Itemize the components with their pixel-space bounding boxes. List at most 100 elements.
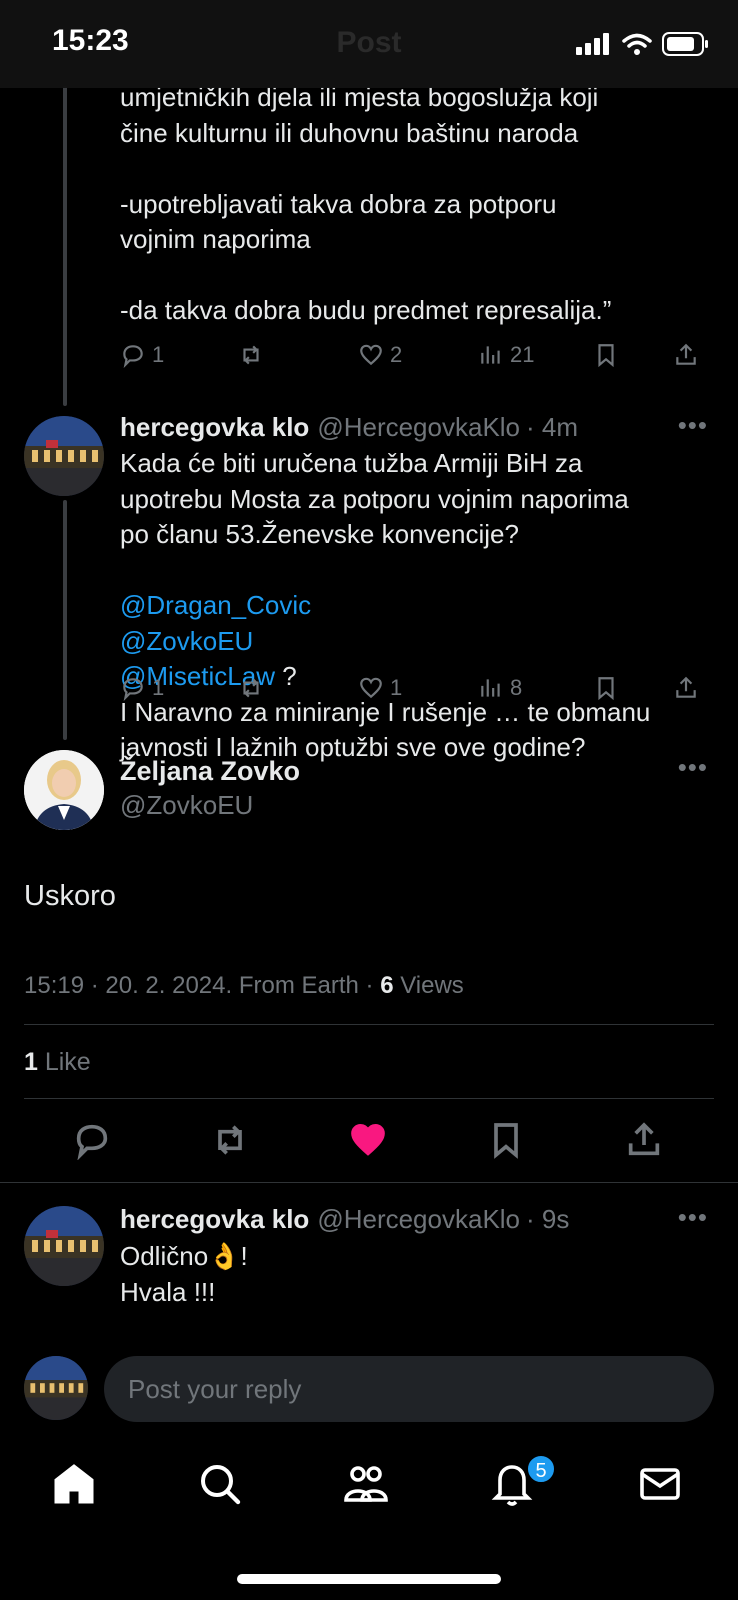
views-count: 21 [510,342,535,367]
divider [0,1182,738,1183]
views-icon [481,346,500,364]
post-time: · 4m [526,412,579,442]
author-name[interactable]: hercegovka klo [120,412,309,443]
profile-photo [24,750,104,830]
repost-icon [218,1125,242,1155]
like-button[interactable] [348,1120,388,1165]
views-count: 6 [380,972,394,999]
likes-label: Like [37,1048,91,1076]
post-time: · 9s [526,1204,570,1234]
bookmark-icon [598,344,614,368]
author-name[interactable]: Željana Zovko [120,756,300,787]
post-timestamp[interactable]: 15:19 · 20. 2. 2024. From Earth · [24,972,380,999]
heart-filled-icon [351,1123,385,1156]
repost-icon [243,345,259,365]
share-button[interactable] [673,675,699,701]
heart-icon [360,344,382,366]
reply-icon [123,345,143,368]
mention-link[interactable]: @Dragan_Covic [120,590,311,620]
likes-summary[interactable]: 1 Like [24,1048,91,1077]
home-indicator [237,1574,501,1584]
building-night-photo [24,1206,104,1286]
home-icon [54,1464,94,1504]
reply-text-2: Hvala !!! [120,1277,216,1307]
post-text: Uskoro [24,880,116,912]
reply-body: Odlično👌! Hvala !!! [120,1238,720,1310]
share-icon [676,676,696,698]
ok-hand-emoji-icon: 👌 [208,1241,241,1271]
reply-count: 1 [152,342,165,367]
tweet-text: Kada će biti uručena tužba Armiji BiH za… [120,448,629,549]
repost-button[interactable] [238,675,264,701]
author-handle[interactable]: @HercegovkaKlo [317,1204,520,1235]
previous-tweet-text: umjetničkih djela ili mjesta bogoslužja … [120,82,612,325]
building-night-photo [24,416,104,496]
reply-button[interactable]: 1 [120,342,164,368]
status-icons [576,32,710,56]
previous-tweet-actions: 1 2 21 [120,342,710,372]
tab-messages[interactable] [636,1460,684,1508]
views-button[interactable]: 8 [478,675,522,701]
status-bar: 15:23 Post [0,0,738,88]
bookmark-button[interactable] [593,675,619,701]
post-meta: 15:19 · 20. 2. 2024. From Earth · 6 View… [24,972,464,1000]
tweet-header: hercegovka klo @HercegovkaKlo · 4m [120,412,578,443]
avatar[interactable] [24,750,104,830]
communities-icon [344,1466,388,1502]
reply-count: 1 [152,675,165,700]
author-handle[interactable]: @HercegovkaKlo [317,412,520,443]
bookmark-icon [598,677,614,701]
mention-link[interactable]: @ZovkoEU [120,626,253,656]
tweet-body: Kada će biti uručena tužba Armiji BiH za… [120,446,720,766]
bookmark-button[interactable] [486,1120,526,1165]
share-icon [676,343,696,365]
repost-button[interactable] [238,342,264,368]
wifi-icon [622,33,652,55]
signal-icon [576,33,609,55]
more-options-icon[interactable]: ••• [678,410,708,441]
bottom-tab-bar [0,1440,738,1540]
heart-icon [360,677,382,699]
like-button[interactable]: 2 [358,342,402,368]
battery-icon [662,32,708,56]
thread-line-top [63,86,67,406]
building-night-photo [24,1356,88,1420]
avatar[interactable] [24,416,104,496]
divider [24,1098,714,1099]
tab-communities[interactable] [342,1460,390,1508]
reply-line: Odlično👌! [120,1238,720,1274]
share-icon [628,1122,660,1156]
share-button[interactable] [673,342,699,368]
avatar[interactable] [24,1206,104,1286]
reply-button[interactable]: 1 [120,675,164,701]
bookmark-button[interactable] [593,342,619,368]
notification-badge: 5 [526,1454,556,1484]
reply-text-tail: ! [240,1241,248,1271]
reply-button[interactable] [72,1120,112,1165]
tweet-actions: 1 1 8 [120,675,710,705]
views-icon [481,679,500,697]
tweet-header: hercegovka klo @HercegovkaKlo · 9s [120,1204,569,1235]
tab-home[interactable] [50,1460,98,1508]
more-options-icon[interactable]: ••• [678,752,708,783]
post-actions [0,1120,738,1164]
reply-input[interactable]: Post your reply [104,1356,714,1422]
reply-composer: Post your reply [0,1340,738,1422]
divider [24,1024,714,1025]
share-button[interactable] [624,1120,664,1165]
repost-button[interactable] [210,1120,250,1165]
views-label: Views [393,972,464,999]
like-count: 1 [390,675,403,700]
reply-text: Odlično [120,1241,209,1271]
search-icon [201,1465,241,1505]
views-count: 8 [510,675,523,700]
bookmark-icon [494,1123,518,1159]
tab-search[interactable] [196,1460,244,1508]
more-options-icon[interactable]: ••• [678,1202,708,1233]
avatar [24,1356,88,1420]
like-button[interactable]: 1 [358,675,402,701]
author-name[interactable]: hercegovka klo [120,1204,309,1235]
likes-count: 1 [24,1048,38,1076]
views-button[interactable]: 21 [478,342,534,368]
author-handle[interactable]: @ZovkoEU [120,790,253,821]
